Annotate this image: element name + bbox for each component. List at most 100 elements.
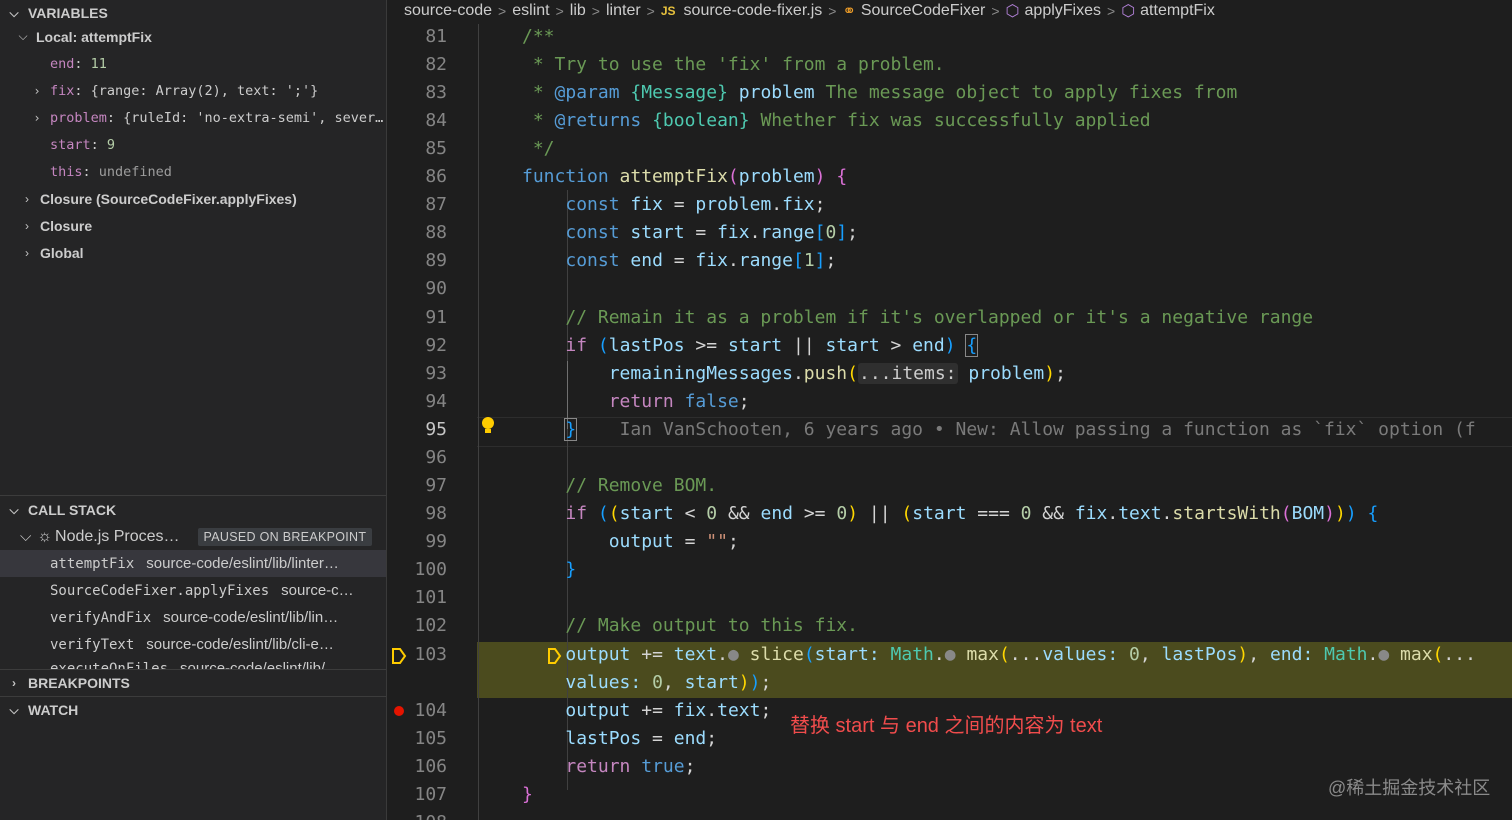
- js-file-icon: JS: [660, 4, 676, 18]
- chevron-right-icon: ›: [25, 191, 29, 206]
- code-line: return false;: [608, 391, 750, 412]
- code-line: const start = fix.range[0];: [565, 222, 859, 243]
- variable-problem[interactable]: › problem: {ruleId: 'no-extra-semi', sev…: [0, 104, 386, 131]
- scope-label: Closure: [40, 217, 93, 234]
- scope-global[interactable]: › Global: [0, 239, 386, 266]
- line-number: 106: [414, 756, 447, 777]
- line-number: 84: [425, 110, 447, 131]
- var-name: this: [50, 163, 83, 180]
- code-line: const end = fix.range[1];: [565, 250, 837, 271]
- code-line: } Ian VanSchooten, 6 years ago • New: Al…: [564, 418, 1476, 441]
- code-line: /**: [522, 26, 555, 47]
- variable-end[interactable]: end: 11: [0, 50, 386, 77]
- scope-closure[interactable]: › Closure: [0, 212, 386, 239]
- line-number: 87: [425, 194, 447, 215]
- code-line: return true;: [565, 756, 696, 777]
- chevron-down-icon: ⌵: [9, 5, 19, 20]
- line-number: 107: [414, 784, 447, 805]
- frame-function: executeOnFiles: [50, 661, 169, 669]
- stack-frame[interactable]: attemptFix source-code/eslint/lib/linter…: [0, 550, 386, 577]
- code-line: output += fix.text;: [565, 700, 772, 721]
- code-line: output += text.● slice(start: Math.● max…: [565, 644, 1476, 665]
- code-line: // Make output to this fix.: [565, 615, 858, 636]
- code-line: }: [565, 559, 577, 580]
- breadcrumb-symbol[interactable]: attemptFix: [1140, 2, 1215, 20]
- line-number: 82: [425, 54, 447, 75]
- code-line: if (lastPos >= start || start > end) {: [565, 334, 979, 357]
- line-number: 81: [425, 26, 447, 47]
- code-line: values: 0, start));: [565, 672, 772, 693]
- var-value: 11: [90, 55, 107, 72]
- var-value: {ruleId: 'no-extra-semi', sever…: [123, 109, 384, 126]
- breadcrumb-item[interactable]: linter: [606, 2, 641, 20]
- stack-frame[interactable]: executeOnFiles source-code/eslint/lib/…: [0, 658, 386, 669]
- call-stack-section-header[interactable]: ⌵ CALL STACK: [0, 497, 386, 523]
- chevron-right-icon: ›: [12, 676, 16, 690]
- method-icon: ⬡: [1005, 3, 1020, 20]
- breadcrumb-item[interactable]: eslint: [512, 2, 549, 20]
- chevron-right-icon: ›: [25, 245, 29, 260]
- frame-function: verifyAndFix: [50, 609, 152, 626]
- line-number: 92: [425, 335, 447, 356]
- variable-fix[interactable]: › fix: {range: Array(2), text: ';'}: [0, 77, 386, 104]
- watermark: @稀土掘金技术社区: [1328, 778, 1491, 798]
- var-value: {range: Array(2), text: ';'}: [90, 82, 319, 99]
- breadcrumb-symbol[interactable]: applyFixes: [1025, 2, 1101, 20]
- breakpoint-dot-icon[interactable]: [393, 705, 405, 717]
- line-number: 94: [425, 391, 447, 412]
- code-editor[interactable]: source-code > eslint > lib > linter > JS sou…: [387, 0, 1512, 820]
- git-blame-annotation: Ian VanSchooten, 6 years ago • New: Allo…: [619, 419, 1476, 440]
- chevron-down-icon: ⌵: [18, 29, 28, 43]
- stack-frame[interactable]: SourceCodeFixer.applyFixes source-c…: [0, 577, 386, 604]
- var-value: undefined: [98, 163, 172, 180]
- line-number: 86: [425, 166, 447, 187]
- breadcrumb: source-code > eslint > lib > linter > JS sou…: [404, 2, 1215, 20]
- frame-source: source-code/eslint/lib/lin…: [163, 609, 339, 626]
- paused-breakpoint-icon[interactable]: [391, 646, 407, 666]
- code-line: if ((start < 0 && end >= 0) || (start ==…: [565, 503, 1379, 524]
- lightbulb-icon[interactable]: [479, 415, 497, 437]
- chevron-right-icon: ›: [33, 83, 41, 98]
- line-number: 95: [425, 419, 447, 440]
- frame-source: source-code/eslint/lib/…: [180, 660, 341, 669]
- chevron-right-icon: ›: [33, 110, 41, 125]
- line-number: 101: [414, 587, 447, 608]
- code-line: remainingMessages.push(...items: problem…: [608, 363, 1066, 384]
- chevron-down-icon: ⌵: [9, 702, 19, 717]
- var-name: fix: [50, 82, 75, 99]
- line-number: 96: [425, 447, 447, 468]
- code-line: output = "";: [608, 531, 739, 552]
- line-number: 108: [387, 812, 447, 820]
- breadcrumb-item[interactable]: source-code: [404, 2, 492, 20]
- code-line: * @returns {boolean} Whether fix was suc…: [522, 110, 1151, 131]
- frame-function: verifyText: [50, 636, 135, 653]
- local-scope-row[interactable]: ⌵ Local: attemptFix: [0, 23, 386, 50]
- line-number: 93: [425, 363, 447, 384]
- class-icon: ⚭: [842, 3, 856, 20]
- code-line: // Remove BOM.: [565, 475, 718, 496]
- line-number: 100: [414, 559, 447, 580]
- chevron-down-icon: ⌵: [20, 528, 32, 545]
- line-number: 99: [425, 531, 447, 552]
- line-number: 89: [425, 250, 447, 271]
- line-number: 88: [425, 222, 447, 243]
- line-number: 105: [414, 728, 447, 749]
- variable-start[interactable]: start: 9: [0, 131, 386, 158]
- stack-frame[interactable]: verifyAndFix source-code/eslint/lib/lin…: [0, 604, 386, 631]
- method-icon: ⬡: [1121, 3, 1136, 20]
- breadcrumb-item[interactable]: lib: [570, 2, 586, 20]
- watch-section-header[interactable]: ⌵ WATCH: [0, 697, 386, 723]
- var-name: start: [50, 136, 91, 153]
- call-stack-process[interactable]: ⌵ ☼ Node.js Proces… PAUSED ON BREAKPOINT: [0, 523, 386, 550]
- breakpoints-section-header[interactable]: › BREAKPOINTS: [0, 670, 386, 696]
- breadcrumb-file[interactable]: source-code-fixer.js: [684, 2, 823, 20]
- breadcrumb-symbol[interactable]: SourceCodeFixer: [861, 2, 986, 20]
- process-name: Node.js Proces…: [55, 527, 180, 545]
- variable-this[interactable]: this: undefined: [0, 158, 386, 185]
- line-number: 90: [425, 278, 447, 299]
- annotation-note: 替换 start 与 end 之间的内容为 text: [790, 715, 1103, 737]
- line-number: 97: [425, 475, 447, 496]
- scope-closure-applyfixes[interactable]: › Closure (SourceCodeFixer.applyFixes): [0, 185, 386, 212]
- local-scope-label: Local: attemptFix: [36, 28, 152, 45]
- stack-frame[interactable]: verifyText source-code/eslint/lib/cli-e…: [0, 631, 386, 658]
